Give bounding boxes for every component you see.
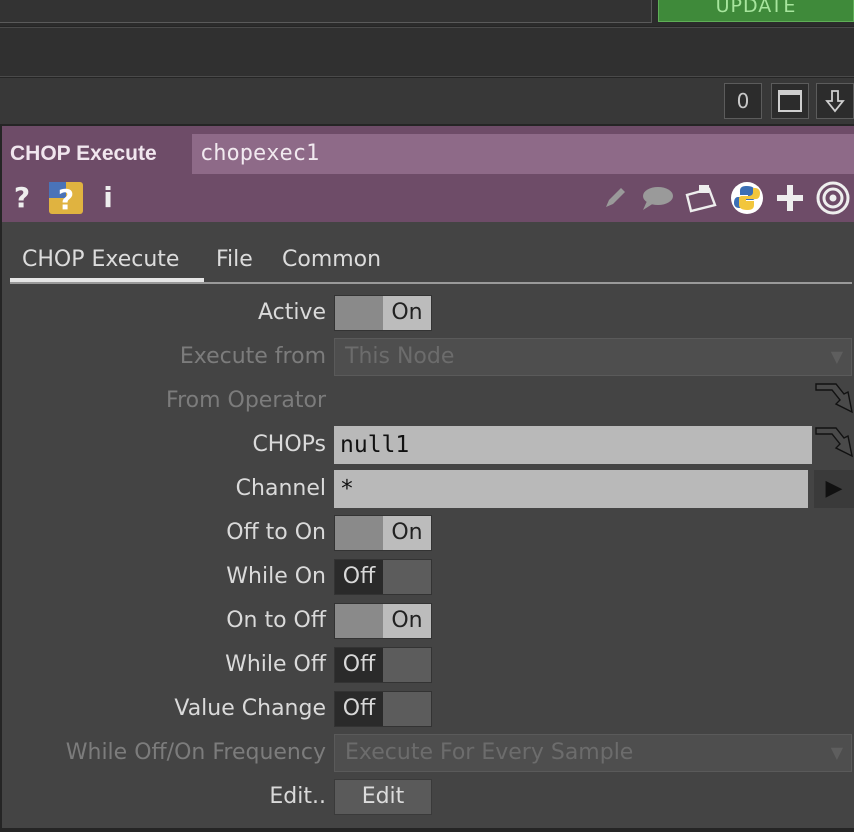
toggle-value: On — [383, 296, 431, 330]
active-toggle[interactable]: On — [334, 295, 432, 331]
dropdown-arrow-icon: ▼ — [830, 347, 843, 366]
param-label: From Operator — [166, 388, 326, 413]
chops-field[interactable]: null1 — [334, 426, 812, 464]
play-arrow-icon[interactable]: ▶ — [814, 470, 854, 508]
while-on-toggle[interactable]: Off — [334, 559, 432, 595]
toggle-value: Off — [335, 560, 383, 594]
param-label: CHOPs — [252, 432, 326, 457]
param-row-on-to-off: On to Off On — [2, 600, 854, 642]
target-icon[interactable] — [814, 180, 852, 216]
param-row-channel: Channel * ▶ — [2, 468, 854, 510]
param-row-frequency: While Off/On Frequency Execute For Every… — [2, 732, 854, 774]
param-label: While Off/On Frequency — [65, 740, 326, 765]
menu-value: Execute For Every Sample — [345, 740, 634, 765]
value-change-toggle[interactable]: Off — [334, 691, 432, 727]
channel-field[interactable]: * — [334, 470, 808, 508]
param-label: While Off — [225, 652, 326, 677]
param-row-execute-from: Execute from This Node ▼ — [2, 336, 854, 378]
param-label: Value Change — [174, 696, 326, 721]
param-row-active: Active On — [2, 292, 854, 334]
help-icon[interactable]: ? — [10, 180, 34, 216]
pane-controls: 0 — [0, 78, 854, 124]
python-help-icon[interactable]: ? — [46, 180, 86, 216]
clipboard-icon[interactable] — [682, 180, 720, 216]
info-icon[interactable]: i — [98, 180, 118, 216]
panel-header: CHOP Execute chopexec1 ? ? i — [2, 126, 854, 222]
param-label: Edit.. — [269, 784, 326, 809]
parameter-panel: CHOP Execute chopexec1 ? ? i CHOP Execut… — [2, 126, 854, 828]
plus-icon[interactable] — [774, 180, 806, 216]
toggle-value: Off — [335, 648, 383, 682]
param-row-chops: CHOPs null1 — [2, 424, 854, 466]
update-button[interactable]: UPDATE — [658, 0, 854, 22]
on-to-off-toggle[interactable]: On — [334, 603, 432, 639]
top-field[interactable] — [0, 0, 652, 23]
off-to-on-toggle[interactable]: On — [334, 515, 432, 551]
param-row-value-change: Value Change Off — [2, 688, 854, 730]
operator-name-field[interactable]: chopexec1 — [192, 134, 854, 174]
param-label: On to Off — [226, 608, 326, 633]
operator-type: CHOP Execute — [10, 142, 157, 165]
pencil-icon[interactable] — [598, 180, 632, 216]
tab-common[interactable]: Common — [270, 242, 393, 282]
toolbar-strip — [0, 27, 854, 77]
toggle-value: Off — [335, 692, 383, 726]
dropdown-arrow-icon: ▼ — [830, 743, 843, 762]
comment-icon[interactable] — [638, 180, 676, 216]
edit-button[interactable]: Edit — [334, 779, 432, 815]
drag-arrow-icon[interactable] — [814, 424, 854, 464]
parameter-tabs: CHOP Execute File Common — [10, 242, 852, 284]
param-label: Active — [257, 300, 326, 325]
param-row-edit: Edit.. Edit — [2, 776, 854, 818]
frequency-menu[interactable]: Execute For Every Sample ▼ — [334, 734, 852, 772]
menu-value: This Node — [345, 344, 455, 369]
param-label: While On — [226, 564, 326, 589]
python-icon[interactable] — [728, 180, 766, 216]
toggle-value: On — [383, 604, 431, 638]
pane-number[interactable]: 0 — [724, 83, 762, 119]
param-row-while-off: While Off Off — [2, 644, 854, 686]
param-row-while-on: While On Off — [2, 556, 854, 598]
tab-file[interactable]: File — [204, 242, 265, 282]
down-arrow-icon[interactable] — [816, 83, 854, 119]
param-row-from-operator: From Operator — [2, 380, 854, 422]
param-label: Execute from — [179, 344, 326, 369]
param-label: Off to On — [226, 520, 326, 545]
while-off-toggle[interactable]: Off — [334, 647, 432, 683]
param-row-off-to-on: Off to On On — [2, 512, 854, 554]
toggle-value: On — [383, 516, 431, 550]
svg-text:?: ? — [58, 183, 74, 216]
top-bar: UPDATE — [0, 0, 854, 26]
maximize-icon[interactable] — [771, 83, 809, 119]
drag-arrow-icon[interactable] — [814, 380, 854, 420]
tab-chop-execute[interactable]: CHOP Execute — [10, 242, 204, 282]
execute-from-menu[interactable]: This Node ▼ — [334, 338, 852, 376]
param-label: Channel — [235, 476, 326, 501]
